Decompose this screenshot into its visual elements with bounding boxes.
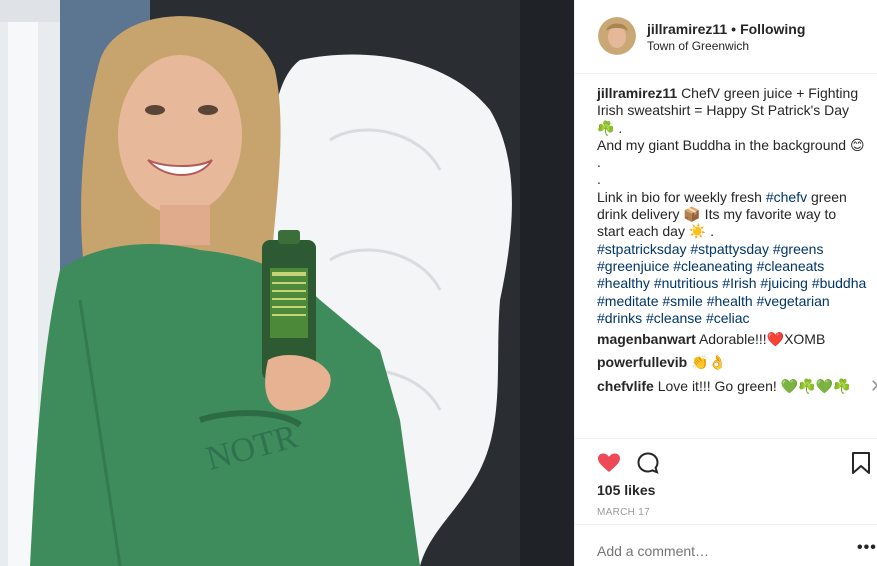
caption-line-2: And my giant Buddha in the background 😊	[597, 136, 865, 153]
photo-illustration: NOTR	[0, 0, 574, 566]
comment-username[interactable]: powerfullevib	[597, 354, 687, 370]
comment-item: chefvlife Love it!!! Go green! 💚☘️💚☘️ ✕	[597, 377, 877, 395]
separator-dot: •	[731, 21, 737, 37]
action-bar: 105 likes MARCH 17	[575, 438, 877, 528]
comment-text: 👏👌	[691, 354, 726, 371]
bookmark-icon[interactable]	[851, 451, 871, 475]
caption-username[interactable]: jillramirez11	[597, 85, 677, 101]
post-photo[interactable]: NOTR	[0, 0, 574, 566]
caption-dot-1: .	[597, 154, 601, 171]
caption-line-3a: Link in bio for weekly fresh	[597, 188, 766, 205]
post-header: jillramirez11 • Following Town of Greenwic…	[575, 0, 877, 74]
following-button[interactable]: Following	[740, 21, 805, 37]
comment-input[interactable]	[597, 543, 817, 559]
location-link[interactable]: Town of Greenwich	[647, 39, 749, 53]
caption-dot-2: .	[597, 171, 601, 188]
avatar[interactable]	[598, 17, 636, 55]
hashtag-list[interactable]: #stpatricksday #stpattysday #greens #gre…	[597, 241, 867, 327]
heart-icon[interactable]	[597, 451, 621, 475]
likes-count[interactable]: 105 likes	[597, 482, 655, 498]
comment-item: powerfullevib 👏👌	[597, 354, 867, 371]
post-side-panel: jillramirez11 • Following Town of Greenwic…	[574, 0, 877, 566]
comment-icon[interactable]	[636, 451, 660, 475]
avatar-image	[598, 17, 636, 55]
username-link[interactable]: jillramirez11	[647, 21, 727, 37]
close-icon[interactable]: ✕	[870, 377, 877, 395]
add-comment-bar: •••	[575, 524, 877, 566]
post-date: MARCH 17	[597, 507, 650, 518]
more-options-button[interactable]: •••	[857, 539, 877, 557]
comment-username[interactable]: chefvlife	[597, 378, 654, 394]
comments-section: jillramirez11 ChefV green juice + Fighti…	[597, 85, 877, 395]
header-user-line: jillramirez11 • Following	[647, 21, 805, 37]
comment-username[interactable]: magenbanwart	[597, 331, 696, 347]
hashtag-link[interactable]: #chefv	[766, 189, 807, 205]
caption: jillramirez11 ChefV green juice + Fighti…	[597, 85, 867, 327]
comment-text: Adorable!!!❤️XOMB	[698, 331, 826, 348]
comment-item: magenbanwart Adorable!!!❤️XOMB	[597, 331, 867, 348]
comment-text: Love it!!! Go green! 💚☘️💚☘️	[657, 377, 851, 394]
